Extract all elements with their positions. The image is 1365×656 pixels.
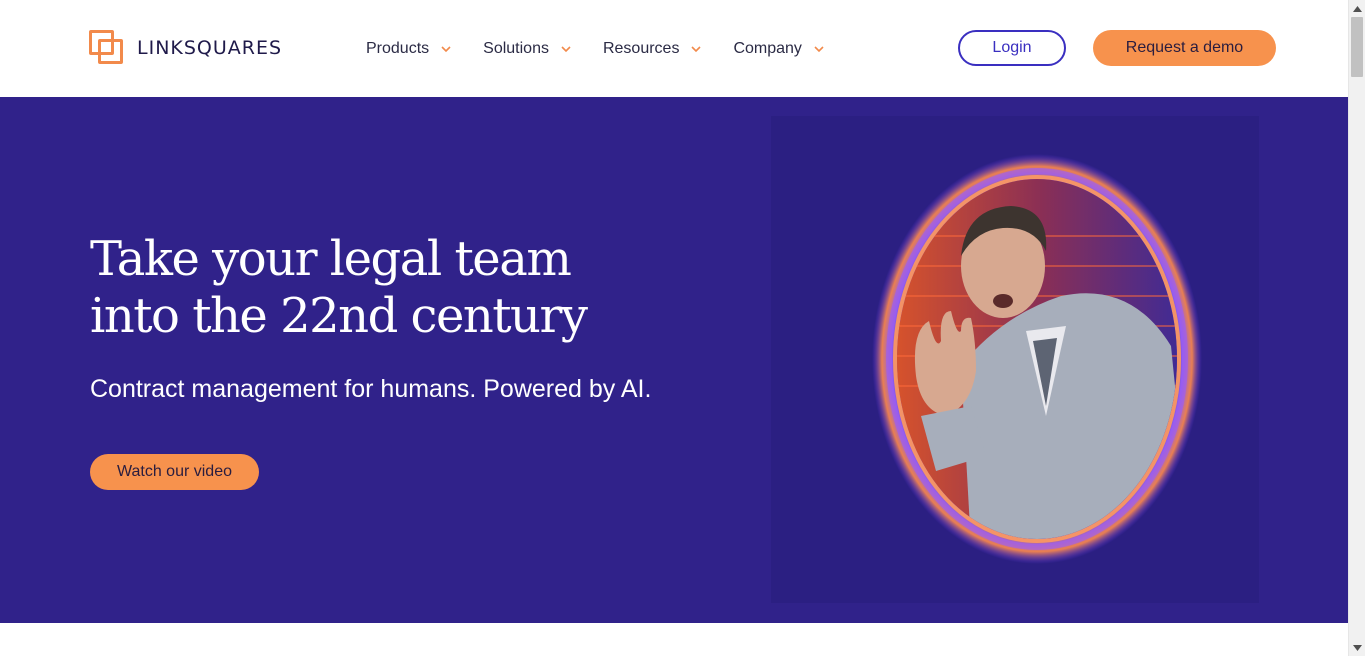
nav-item-resources[interactable]: Resources [602,39,702,58]
hero-title-line-2: into the 22nd century [90,288,588,344]
nav-item-solutions[interactable]: Solutions [483,40,571,58]
scroll-up-arrow-icon[interactable] [1349,0,1365,17]
nav-item-label: Company [733,39,802,57]
nav-item-label: Resources [602,39,680,57]
watch-video-button[interactable]: Watch our video [90,454,259,490]
logo-text: LINKSQUARES [137,37,283,59]
chevron-down-icon [814,44,824,54]
hero-title: Take your legal team into the 22nd centu… [90,231,588,345]
hero-title-line-1: Take your legal team [90,231,572,287]
chevron-down-icon [691,44,702,54]
hero-subtitle: Contract management for humans. Powered … [90,375,652,403]
request-demo-button[interactable]: Request a demo [1093,30,1276,66]
chevron-down-icon [561,44,571,54]
main-nav: Products Solutions Resources Company [366,0,856,97]
nav-item-label: Products [366,39,430,57]
linksquares-logo[interactable]: LINKSQUARES [89,30,282,66]
login-button[interactable]: Login [958,30,1066,66]
chevron-down-icon [441,44,451,54]
page-scrollbar[interactable] [1348,0,1365,656]
scroll-down-arrow-icon[interactable] [1349,639,1365,656]
hero-section: Take your legal team into the 22nd centu… [0,97,1348,623]
hero-video-thumbnail[interactable] [771,116,1259,603]
nav-item-products[interactable]: Products [366,40,451,58]
portal-man-waving-image [872,154,1202,564]
site-header: LINKSQUARES Products Solutions Resources… [0,0,1348,97]
scrollbar-thumb[interactable] [1351,17,1363,77]
nav-item-company[interactable]: Company [733,39,824,58]
logo-squares-icon [89,30,125,66]
nav-item-label: Solutions [483,39,549,57]
